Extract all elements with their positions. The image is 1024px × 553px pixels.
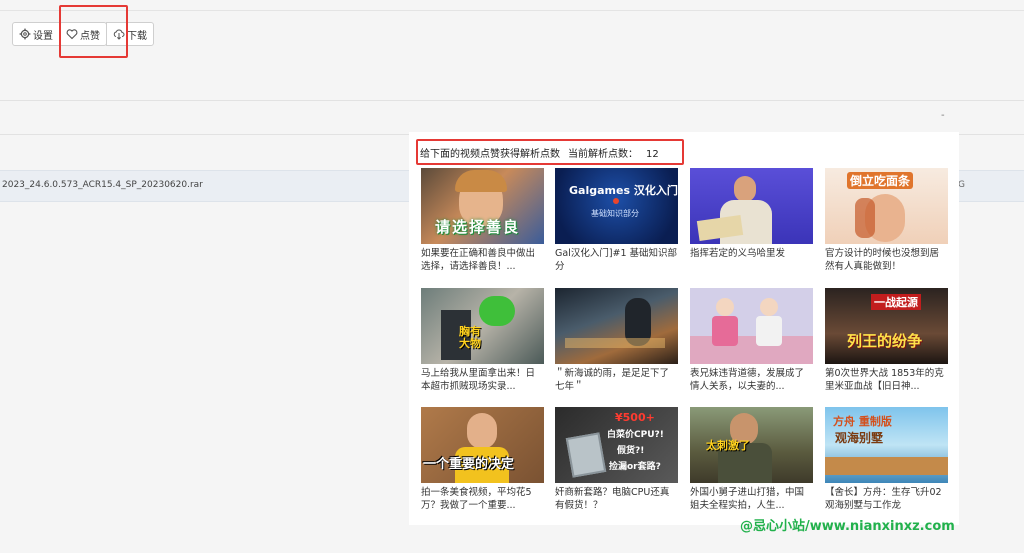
cpu-thumbnail[interactable]: ¥500+ 白菜价CPU?! 假货?! 捡漏or套路? — [555, 407, 678, 483]
settings-label: 设置 — [33, 30, 53, 42]
video-card[interactable]: 请选择善良 如果要在正确和善良中做出选择，请选择善良！... — [421, 168, 544, 273]
video-caption: 拍一条美食视频，平均花5万？我做了一个重要... — [421, 487, 532, 511]
cartoon-thumbnail[interactable] — [690, 288, 813, 364]
video-card[interactable]: 方舟 重制版 观海别墅 【舍长】方舟：生存飞升02 观海别墅与工作龙 — [825, 407, 948, 512]
anime-thumbnail[interactable]: 倒立吃面条 — [825, 168, 948, 244]
video-card[interactable]: 倒立吃面条 官方设计的时候也没想到居然有人真能做到！ — [825, 168, 948, 273]
thumbnail-subtitle: 观海别墅 — [835, 431, 884, 445]
video-card[interactable]: 指挥若定的义乌哈里发 — [690, 168, 813, 273]
video-caption: 第0次世界大战 1853年的克里米亚血战【旧日神... — [825, 368, 944, 392]
thumbnail-subtitle-3: 捡漏or套路? — [609, 462, 661, 472]
video-caption: 【舍长】方舟：生存飞升02 观海别墅与工作龙 — [825, 487, 942, 511]
game-thumbnail[interactable]: 方舟 重制版 观海别墅 — [825, 407, 948, 483]
video-caption: ＂新海诚的雨，是足足下了七年＂ — [555, 368, 670, 392]
video-card[interactable]: 太刺激了 外国小舅子进山打猎，中国姐夫全程实拍，人生... — [690, 407, 813, 512]
thumbnail-subtitle: 列王的纷争 — [847, 332, 923, 350]
vlogger-thumbnail[interactable]: 一个重要的决定 — [421, 407, 544, 483]
like-popup: 给下面的视频点赞获得解析点数 当前解析点数： 12 请选择善良 如果要在正确和善良中… — [409, 132, 959, 525]
site-watermark: @忌心小站/www.nianxinxz.com — [740, 519, 955, 534]
file-name: 2023_24.6.0.573_ACR15.4_SP_20230620.rar — [2, 180, 203, 190]
thumbnail-overlay: 方舟 重制版 — [833, 415, 892, 428]
video-card[interactable]: ¥500+ 白菜价CPU?! 假货?! 捡漏or套路? 奸商新套路？电脑CPU还… — [555, 407, 678, 512]
video-card[interactable]: 胸有大物 马上给我从里面拿出来！日本超市抓贼现场实录... — [421, 288, 544, 393]
thumbnail-subtitle: 基础知识部分 — [591, 209, 639, 218]
video-caption: 奸商新套路？电脑CPU还真有假货！？ — [555, 487, 670, 511]
thumbnail-subtitle-2: 假货?! — [617, 446, 645, 456]
thumbnail-overlay: 太刺激了 — [706, 439, 750, 452]
video-card[interactable]: 一战起源 列王的纷争 第0次世界大战 1853年的克里米亚血战【旧日神... — [825, 288, 948, 393]
video-caption: 官方设计的时候也没想到居然有人真能做到！ — [825, 248, 940, 272]
video-card[interactable]: Galgames 汉化入门 基础知识部分 Gal汉化入门]#1 基础知识部分 — [555, 168, 678, 273]
thumbnail-overlay: 请选择善良 — [435, 218, 521, 236]
thumbnail-overlay: ¥500+ — [615, 411, 655, 424]
popup-instruction: 给下面的视频点赞获得解析点数 当前解析点数： 12 — [420, 145, 667, 160]
man-thumbnail[interactable] — [690, 168, 813, 244]
settings-button[interactable]: 设置 — [12, 22, 60, 46]
video-caption: 如果要在正确和善良中做出选择，请选择善良！... — [421, 248, 536, 272]
rain-thumbnail[interactable] — [555, 288, 678, 364]
history-thumbnail[interactable]: 一战起源 列王的纷争 — [825, 288, 948, 364]
supermarket-thumbnail[interactable]: 胸有大物 — [421, 288, 544, 364]
video-card[interactable]: ＂新海诚的雨，是足足下了七年＂ — [555, 288, 678, 393]
thumbnail-overlay: 倒立吃面条 — [847, 172, 914, 189]
like-highlight-box — [59, 5, 128, 58]
points-label: 当前解析点数： — [568, 149, 638, 160]
top-divider — [0, 10, 1024, 11]
video-caption: 外国小舅子进山打猎，中国姐夫全程实拍，人生... — [690, 487, 805, 511]
thumbnail-overlay: 胸有大物 — [459, 325, 481, 350]
file-size-tail: G — [958, 180, 965, 190]
video-card[interactable]: 一个重要的决定 拍一条美食视频，平均花5万？我做了一个重要... — [421, 407, 544, 512]
thumbnail-overlay: Galgames 汉化入门 — [569, 184, 678, 197]
row-divider — [0, 100, 1024, 101]
video-caption: 指挥若定的义乌哈里发 — [690, 248, 786, 259]
child-thumbnail[interactable]: 请选择善良 — [421, 168, 544, 244]
video-caption: 表兄妹违背道德，发展成了情人关系，以夫妻的... — [690, 368, 805, 392]
instruction-text: 给下面的视频点赞获得解析点数 — [420, 149, 560, 160]
thumbnail-overlay: 一个重要的决定 — [423, 457, 515, 472]
hunting-thumbnail[interactable]: 太刺激了 — [690, 407, 813, 483]
video-caption: 马上给我从里面拿出来！日本超市抓贼现场实录... — [421, 368, 536, 392]
thumbnail-subtitle: 白菜价CPU?! — [607, 430, 664, 440]
gear-icon — [19, 28, 31, 40]
presentation-thumbnail[interactable]: Galgames 汉化入门 基础知识部分 — [555, 168, 678, 244]
dash-mark: - — [941, 110, 945, 121]
points-value: 12 — [646, 149, 659, 160]
video-caption: Gal汉化入门]#1 基础知识部分 — [555, 248, 678, 272]
thumbnail-overlay: 一战起源 — [871, 294, 921, 310]
video-card[interactable]: 表兄妹违背道德，发展成了情人关系，以夫妻的... — [690, 288, 813, 393]
download-label: 下载 — [127, 30, 147, 42]
